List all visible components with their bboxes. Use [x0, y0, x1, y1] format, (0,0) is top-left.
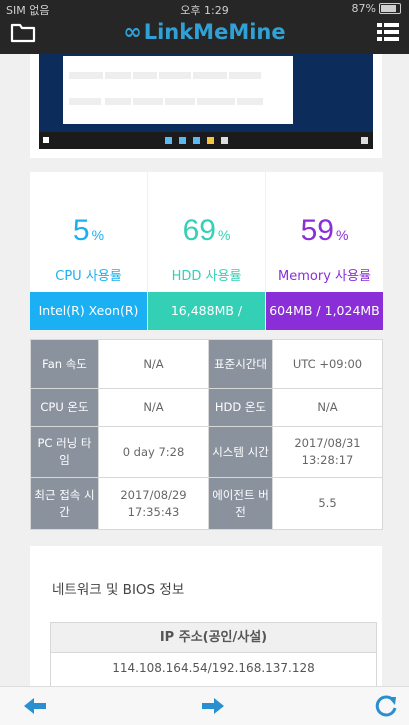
- cpu-usage-label: CPU 사용률: [55, 269, 122, 284]
- uptime-label: PC 러닝 타임: [30, 426, 99, 478]
- cpu-usage-value: 5%: [72, 214, 105, 247]
- system-info-table: Fan 속도 N/A 표준시간대 UTC +09:00 CPU 온도 N/A H…: [30, 339, 383, 530]
- fan-speed-label: Fan 속도: [30, 339, 99, 389]
- menu-icon[interactable]: [377, 22, 399, 42]
- ip-address-table: IP 주소(공인/사설) 114.108.164.54/192.168.137.…: [50, 622, 377, 686]
- uptime-value: 0 day 7:28: [98, 426, 209, 478]
- bottom-nav-bar: [0, 686, 409, 725]
- hdd-usage-card: 69% HDD 사용률 16,488MB /: [148, 172, 265, 330]
- last-access-label: 최근 접속 시간: [30, 477, 99, 530]
- refresh-icon[interactable]: [374, 695, 398, 717]
- hdd-temp-value: N/A: [272, 388, 383, 427]
- table-row: Fan 속도 N/A 표준시간대 UTC +09:00: [30, 339, 383, 389]
- ip-address-value: 114.108.164.54/192.168.137.128: [112, 661, 315, 675]
- status-time: 오후 1:29: [180, 4, 229, 17]
- cpu-model-footer: Intel(R) Xeon(R): [30, 292, 147, 330]
- cpu-usage-card: 5% CPU 사용률 Intel(R) Xeon(R): [30, 172, 147, 330]
- last-access-value: 2017/08/29 17:35:43: [98, 477, 209, 530]
- memory-usage-value: 59%: [300, 214, 349, 247]
- forward-arrow-icon[interactable]: [200, 695, 224, 717]
- memory-capacity-footer: 604MB / 1,024MB: [266, 292, 383, 330]
- thumbnail-window: [63, 56, 293, 124]
- infinity-logo-icon: ∞: [123, 20, 142, 45]
- memory-usage-label: Memory 사용률: [278, 269, 371, 284]
- screenshot-preview-card[interactable]: [30, 54, 382, 158]
- cpu-temp-value: N/A: [98, 388, 209, 427]
- hdd-usage-label: HDD 사용률: [171, 269, 242, 284]
- battery-icon: [379, 3, 401, 14]
- app-logo: ∞LinkMeMine: [0, 20, 409, 45]
- battery-indicator: 87%: [352, 2, 401, 15]
- top-bar: SIM 없음 오후 1:29 87% ∞LinkMeMine: [0, 0, 409, 54]
- app-name: LinkMeMine: [143, 20, 286, 44]
- network-section-title: 네트워크 및 BIOS 정보: [52, 582, 185, 598]
- battery-percent: 87%: [351, 2, 376, 15]
- fan-speed-value: N/A: [98, 339, 209, 389]
- table-row: CPU 온도 N/A HDD 온도 N/A: [30, 388, 383, 427]
- thumbnail-taskbar: [39, 132, 373, 149]
- status-bar: SIM 없음 오후 1:29 87%: [0, 2, 409, 17]
- agent-version-value: 5.5: [272, 477, 383, 530]
- ip-address-header: IP 주소(공인/사설): [51, 623, 376, 653]
- network-bios-card: 네트워크 및 BIOS 정보 IP 주소(공인/사설) 114.108.164.…: [30, 546, 382, 686]
- table-row: PC 러닝 타임 0 day 7:28 시스템 시간 2017/08/31 13…: [30, 426, 383, 478]
- memory-usage-card: 59% Memory 사용률 604MB / 1,024MB: [266, 172, 383, 330]
- agent-version-label: 에이전트 버전: [208, 477, 273, 530]
- table-row: 최근 접속 시간 2017/08/29 17:35:43 에이전트 버전 5.5: [30, 477, 383, 530]
- system-time-value: 2017/08/31 13:28:17: [272, 426, 383, 478]
- system-time-label: 시스템 시간: [208, 426, 273, 478]
- hdd-temp-label: HDD 온도: [208, 388, 273, 427]
- timezone-value: UTC +09:00: [272, 339, 383, 389]
- hdd-capacity-footer: 16,488MB /: [148, 292, 265, 330]
- remote-screenshot-thumbnail[interactable]: [39, 54, 373, 149]
- cpu-temp-label: CPU 온도: [30, 388, 99, 427]
- back-arrow-icon[interactable]: [24, 695, 48, 717]
- hdd-usage-value: 69%: [182, 214, 231, 247]
- timezone-label: 표준시간대: [208, 339, 273, 389]
